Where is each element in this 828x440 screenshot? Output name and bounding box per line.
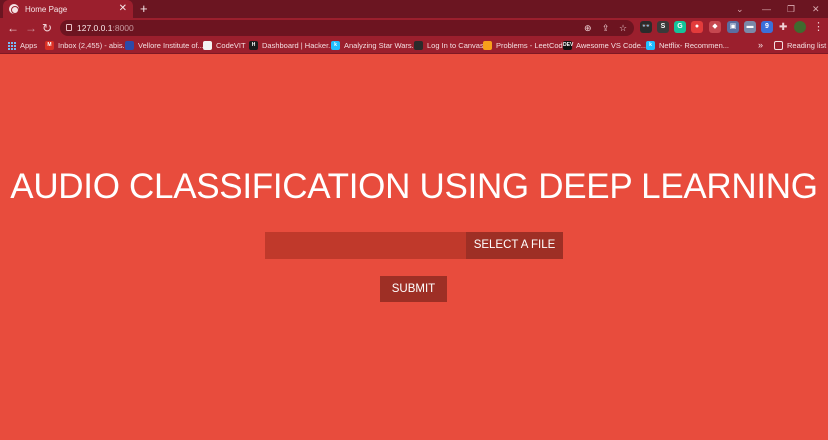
address-bar[interactable]: 127.0.0.1:8000 ⊕ ⇪ ☆	[60, 20, 634, 36]
apps-icon	[8, 41, 16, 50]
bookmark-label: Apps	[20, 41, 38, 50]
bookmark-label: Netflix- Recommen...	[659, 41, 730, 50]
grammarly-extension-icon[interactable]: G	[674, 21, 686, 33]
bookmark-label: Vellore Institute of...	[138, 41, 204, 50]
gmail-icon: M	[45, 41, 54, 50]
glasses-extension-icon[interactable]: 👓	[640, 21, 652, 33]
hackerrank-icon: H	[249, 41, 258, 50]
reload-icon[interactable]: ↻	[42, 20, 52, 36]
reading-list-label: Reading list	[787, 41, 827, 50]
url-host: 127.0.0.1	[77, 23, 113, 33]
dev-icon: DEV	[563, 41, 574, 50]
bookmark-vit[interactable]: Vellore Institute of...	[125, 40, 204, 51]
bookmark-kaggle-star-wars[interactable]: k Analyzing Star Wars...	[331, 40, 418, 51]
tab-strip: Home Page ✕ + ⌄ — ❐ ✕	[0, 0, 828, 18]
codevit-icon	[203, 41, 212, 50]
reading-list-icon	[774, 41, 783, 50]
bookmark-label: Awesome VS Code...	[576, 41, 648, 50]
bookmarks-bar: Apps M Inbox (2,455) - abis... Vellore I…	[0, 38, 828, 54]
submit-button[interactable]: SUBMIT	[380, 276, 447, 302]
tab-title: Home Page	[25, 4, 68, 14]
maximize-icon[interactable]: ❐	[787, 1, 795, 17]
bookmark-label: Dashboard | Hacker...	[262, 41, 335, 50]
site-info-icon[interactable]	[66, 24, 72, 31]
extensions-puzzle-icon[interactable]: ✚	[779, 21, 787, 35]
zoom-icon[interactable]: ⊕	[584, 21, 592, 35]
bookmark-label: Log In to Canvas	[427, 41, 484, 50]
s-extension-icon[interactable]: S	[657, 21, 669, 33]
kaggle-icon: k	[646, 41, 655, 50]
select-file-button[interactable]: SELECT A FILE	[466, 232, 563, 259]
badge-extension-icon[interactable]: 9	[761, 21, 773, 33]
kaggle-icon: k	[331, 41, 340, 50]
red-extension-icon[interactable]: ●	[691, 21, 703, 33]
shield-extension-icon[interactable]: ◆	[709, 21, 721, 33]
minimize-icon[interactable]: —	[762, 1, 771, 17]
forward-icon[interactable]: →	[25, 20, 37, 36]
bookmark-gmail[interactable]: M Inbox (2,455) - abis...	[45, 40, 129, 51]
share-icon[interactable]: ⇪	[602, 21, 610, 35]
bookmark-label: Problems - LeetCode	[496, 41, 567, 50]
canvas-icon	[414, 41, 423, 50]
tab-home-page[interactable]: Home Page ✕	[3, 0, 133, 18]
globe-icon	[9, 4, 19, 14]
car-extension-icon[interactable]: ▬	[744, 21, 756, 33]
store-extension-icon[interactable]: ▣	[727, 21, 739, 33]
bookmarks-overflow-icon[interactable]: »	[758, 40, 763, 51]
bookmark-label: CodeVIT	[216, 41, 246, 50]
bookmark-netflix[interactable]: k Netflix- Recommen...	[646, 40, 729, 51]
bookmark-dev[interactable]: DEV Awesome VS Code...	[563, 40, 647, 51]
bookmark-apps[interactable]: Apps	[8, 40, 37, 51]
profile-avatar[interactable]	[794, 21, 806, 33]
url-text: 127.0.0.1:8000	[77, 22, 134, 34]
reading-list[interactable]: Reading list	[774, 40, 826, 51]
page-title: AUDIO CLASSIFICATION USING DEEP LEARNING	[10, 167, 818, 206]
bookmark-star-icon[interactable]: ☆	[619, 21, 627, 35]
browser-toolbar: ← → ↻ 127.0.0.1:8000 ⊕ ⇪ ☆ 👓 S G ● ◆ ▣ ▬ 9 ✚ ⋮	[0, 18, 828, 38]
leetcode-icon	[483, 41, 492, 50]
close-window-icon[interactable]: ✕	[812, 1, 820, 17]
page-content: AUDIO CLASSIFICATION USING DEEP LEARNING…	[0, 55, 828, 440]
file-path-field[interactable]	[265, 232, 466, 259]
url-port: :8000	[112, 23, 134, 33]
tab-search-icon[interactable]: ⌄	[736, 1, 744, 17]
bookmark-label: Analyzing Star Wars...	[344, 41, 418, 50]
menu-icon[interactable]: ⋮	[813, 20, 824, 34]
bookmark-canvas[interactable]: Log In to Canvas	[414, 40, 484, 51]
vit-icon	[125, 41, 134, 50]
back-icon[interactable]: ←	[7, 20, 19, 36]
bookmark-codevit[interactable]: CodeVIT	[203, 40, 246, 51]
bookmark-label: Inbox (2,455) - abis...	[58, 41, 129, 50]
new-tab-button[interactable]: +	[140, 1, 148, 17]
tab-close-icon[interactable]: ✕	[119, 2, 127, 16]
bookmark-leetcode[interactable]: Problems - LeetCode	[483, 40, 567, 51]
bookmark-hackerrank[interactable]: H Dashboard | Hacker...	[249, 40, 334, 51]
